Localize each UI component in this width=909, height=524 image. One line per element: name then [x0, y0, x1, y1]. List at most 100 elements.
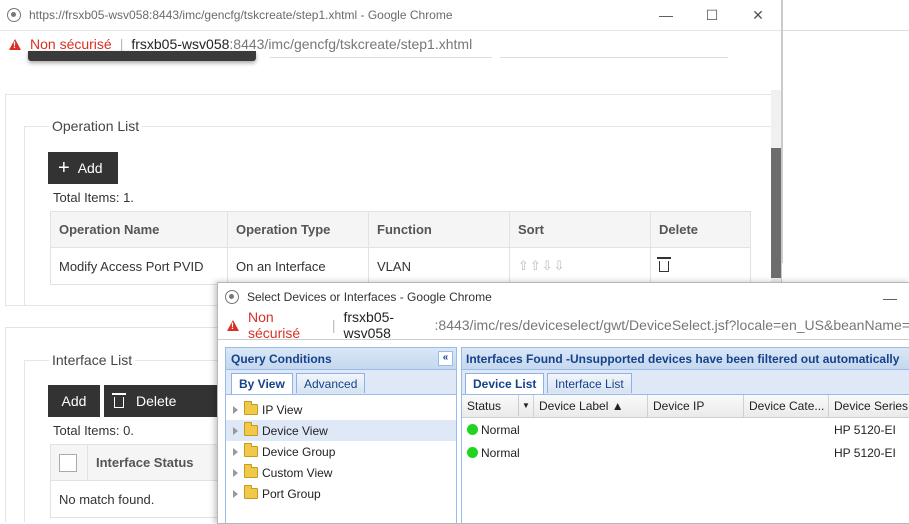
top-partial-field-2: [500, 53, 728, 58]
table-row: No match found.: [50, 480, 230, 518]
delete-interface-label: Delete: [136, 393, 177, 409]
address-separator: |: [119, 36, 124, 52]
popup-window-title: Select Devices or Interfaces - Google Ch…: [247, 290, 492, 304]
view-tree: IP View Device View Device Group Custom …: [226, 395, 456, 504]
status-cell: Normal: [462, 418, 829, 441]
folder-icon: [244, 485, 258, 499]
expand-arrow-icon[interactable]: [233, 426, 238, 435]
select-devices-window: Select Devices or Interfaces - Google Ch…: [217, 282, 909, 524]
tree-item-port-group[interactable]: Port Group: [226, 483, 456, 504]
table-row[interactable]: Modify Access Port PVID On an Interface …: [50, 247, 751, 285]
warning-icon: [9, 38, 21, 50]
col-interface-status[interactable]: Interface Status: [87, 444, 230, 481]
expand-arrow-icon[interactable]: [233, 447, 238, 456]
minimize-button[interactable]: —: [643, 0, 689, 30]
page-scrollbar-thumb[interactable]: [771, 148, 781, 278]
interface-table: Interface Status No match found.: [50, 444, 230, 518]
status-text: Normal: [481, 422, 520, 437]
main-window-title: https://frsxb05-wsv058:8443/imc/gencfg/t…: [29, 8, 453, 22]
operation-name-cell: Modify Access Port PVID: [50, 247, 228, 285]
add-operation-label: Add: [77, 160, 103, 176]
page-favicon-icon: [7, 8, 21, 22]
select-all-checkbox[interactable]: [59, 453, 77, 472]
expand-arrow-icon[interactable]: [233, 489, 238, 498]
popup-title-bar: Select Devices or Interfaces - Google Ch…: [218, 283, 909, 311]
query-tabs: By View Advanced: [226, 370, 456, 395]
expand-arrow-icon[interactable]: [233, 405, 238, 414]
trash-icon: [112, 392, 126, 408]
popup-url-path: :8443/imc/res/deviceselect/gwt/DeviceSel…: [434, 317, 909, 333]
popup-insecure-label[interactable]: Non sécurisé: [248, 309, 324, 341]
tab-by-view[interactable]: By View: [231, 373, 293, 394]
tree-item-label: Custom View: [262, 465, 333, 480]
collapse-icon[interactable]: «: [438, 351, 453, 366]
status-cell: Normal: [462, 441, 829, 464]
tree-item-custom-view[interactable]: Custom View: [226, 462, 456, 483]
empty-message: No match found.: [50, 480, 230, 518]
col-sort[interactable]: Sort: [509, 211, 651, 248]
col-function[interactable]: Function: [368, 211, 510, 248]
select-all-cell: [50, 444, 88, 481]
interfaces-found-panel: Interfaces Found -Unsupported devices ha…: [461, 347, 909, 523]
tree-item-label: IP View: [262, 402, 303, 417]
col-delete[interactable]: Delete: [650, 211, 751, 248]
col-status-label: Status: [467, 399, 502, 413]
close-button[interactable]: ✕: [735, 0, 781, 30]
popup-window-controls: —: [870, 283, 909, 313]
operation-table-header: Operation Name Operation Type Function S…: [50, 211, 751, 248]
col-operation-name[interactable]: Operation Name: [50, 211, 228, 248]
popup-url-host: frsxb05-wsv058: [343, 309, 395, 341]
trash-icon[interactable]: [657, 257, 671, 272]
tree-item-device-view[interactable]: Device View: [226, 420, 456, 441]
sort-arrows-icon[interactable]: ⇧⇧⇩⇩: [518, 258, 566, 273]
tab-device-list[interactable]: Device List: [465, 373, 545, 394]
delete-cell: [650, 247, 751, 285]
series-cell: HP 5120-EI: [834, 445, 896, 460]
top-partial-field: [270, 53, 492, 58]
popup-address-separator: |: [331, 317, 336, 333]
table-row[interactable]: Normal HP 5120-EI: [462, 418, 909, 441]
operation-total-items: Total Items: 1.: [53, 190, 134, 205]
col-device-ip[interactable]: Device IP: [648, 395, 744, 417]
top-partial-button[interactable]: [28, 51, 256, 61]
insecure-label[interactable]: Non sécurisé: [30, 36, 112, 52]
interfaces-found-title: Interfaces Found -Unsupported devices ha…: [466, 351, 900, 366]
col-device-series[interactable]: Device Series: [829, 395, 909, 417]
interface-total-items: Total Items: 0.: [53, 423, 134, 438]
tree-item-device-group[interactable]: Device Group: [226, 441, 456, 462]
col-status[interactable]: Status ▼: [462, 395, 534, 417]
folder-icon: [244, 443, 258, 457]
popup-favicon-icon: [225, 290, 239, 304]
url-path: :8443/imc/gencfg/tskcreate/step1.xhtml: [229, 36, 473, 52]
col-device-category[interactable]: Device Cate...: [744, 395, 829, 417]
col-operation-type[interactable]: Operation Type: [227, 211, 369, 248]
plus-icon: +: [58, 157, 70, 179]
sort-cell: ⇧⇧⇩⇩: [509, 247, 651, 285]
expand-arrow-icon[interactable]: [233, 468, 238, 477]
delete-interface-button[interactable]: Delete: [104, 385, 218, 417]
status-ok-icon: [467, 424, 478, 435]
interface-list-legend: Interface List: [49, 352, 136, 368]
main-title-bar: https://frsxb05-wsv058:8443/imc/gencfg/t…: [0, 0, 781, 31]
window-controls: — ☐ ✕: [643, 0, 781, 30]
operation-panel: Operation List + Add Total Items: 1. Ope…: [5, 94, 774, 306]
popup-address-bar[interactable]: Non sécurisé | frsxb05-wsv058 :8443/imc/…: [218, 309, 909, 341]
query-conditions-header: Query Conditions «: [226, 348, 456, 370]
background-window: [782, 0, 909, 263]
table-row[interactable]: Normal HP 5120-EI: [462, 441, 909, 464]
tree-item-label: Port Group: [262, 486, 321, 501]
add-operation-button[interactable]: + Add: [48, 152, 118, 184]
add-interface-button[interactable]: Add: [48, 385, 100, 417]
query-conditions-title: Query Conditions: [231, 351, 332, 366]
tab-interface-list[interactable]: Interface List: [547, 373, 632, 393]
column-menu-icon[interactable]: ▼: [518, 395, 533, 416]
function-cell: VLAN: [368, 247, 510, 285]
popup-minimize-button[interactable]: —: [870, 283, 909, 313]
maximize-button[interactable]: ☐: [689, 0, 735, 30]
interfaces-found-header: Interfaces Found -Unsupported devices ha…: [462, 348, 909, 370]
folder-icon: [244, 401, 258, 415]
tree-item-ip-view[interactable]: IP View: [226, 399, 456, 420]
col-device-label[interactable]: Device Label ▲: [534, 395, 648, 417]
status-text: Normal: [481, 445, 520, 460]
tab-advanced[interactable]: Advanced: [296, 373, 366, 393]
